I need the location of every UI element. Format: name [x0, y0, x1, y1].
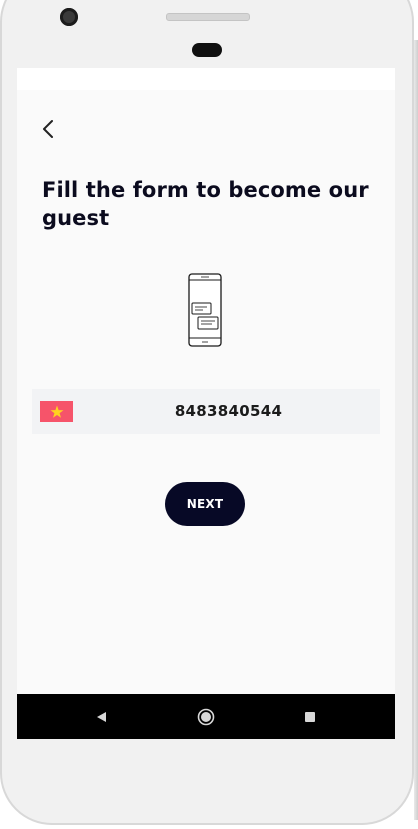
- app-screen: Fill the form to become our guest 848384…: [17, 68, 395, 739]
- circle-home-icon: [197, 708, 215, 725]
- device-frame: Fill the form to become our guest 848384…: [0, 0, 418, 829]
- nav-recent-apps-button[interactable]: [280, 694, 340, 739]
- phone-number-input[interactable]: 8483840544: [32, 389, 395, 434]
- front-camera: [60, 8, 78, 26]
- phone-chat-icon: [188, 273, 222, 347]
- next-button[interactable]: NEXT: [165, 482, 245, 526]
- page-title: Fill the form to become our guest: [42, 178, 369, 230]
- country-flag-selector[interactable]: [40, 401, 73, 422]
- device-speaker-grille: [166, 13, 250, 21]
- status-bar: [17, 68, 395, 90]
- nav-back-button[interactable]: [71, 694, 131, 739]
- chevron-left-icon: [43, 120, 53, 138]
- device-earpiece: [192, 43, 222, 57]
- square-recent-icon: [305, 711, 315, 722]
- vietnam-flag-icon: [50, 405, 63, 418]
- phone-input-row: 8483840544: [32, 389, 380, 434]
- android-navigation-bar: [17, 694, 395, 739]
- nav-home-button[interactable]: [176, 694, 236, 739]
- back-button[interactable]: [33, 112, 63, 146]
- device-side-edge: [414, 40, 418, 820]
- triangle-back-icon: [97, 711, 106, 722]
